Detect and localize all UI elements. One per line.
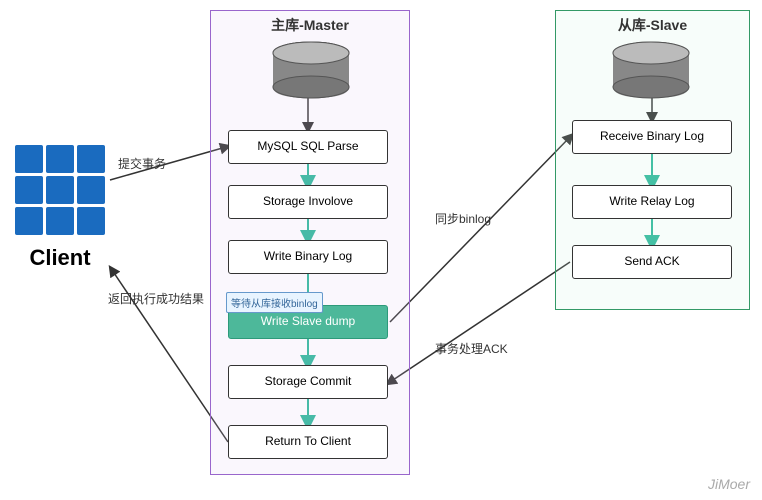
write-binary-log-box: Write Binary Log: [228, 240, 388, 274]
client-label: Client: [29, 245, 90, 271]
slave-title: 从库-Slave: [556, 11, 749, 39]
master-db-icon: [271, 41, 351, 104]
mysql-sql-parse-box: MySQL SQL Parse: [228, 130, 388, 164]
label-return-result: 返回执行成功结果: [108, 290, 204, 307]
client-cell-2: [46, 145, 74, 173]
storage-commit-box: Storage Commit: [228, 365, 388, 399]
client-cell-9: [77, 207, 105, 235]
client-cell-4: [15, 176, 43, 204]
client-cell-8: [46, 207, 74, 235]
client-cell-7: [15, 207, 43, 235]
client-cell-3: [77, 145, 105, 173]
client-grid: [15, 145, 105, 235]
client-cell-5: [46, 176, 74, 204]
return-to-client-box: Return To Client: [228, 425, 388, 459]
send-ack-box: Send ACK: [572, 245, 732, 279]
slave-db-icon: [611, 41, 691, 104]
client-cell-6: [77, 176, 105, 204]
client-area: Client: [15, 145, 105, 271]
label-sync-binlog: 同步binlog: [435, 210, 491, 227]
client-cell-1: [15, 145, 43, 173]
diagram-container: Client 提交事务 返回执行成功结果 同步binlog 事务处理ACK 等待…: [0, 0, 762, 500]
watermark: JiMoer: [708, 476, 750, 492]
master-title: 主库-Master: [211, 11, 409, 39]
storage-involve-box: Storage Involove: [228, 185, 388, 219]
receive-binary-log-box: Receive Binary Log: [572, 120, 732, 154]
label-transaction-ack: 事务处理ACK: [435, 340, 508, 357]
write-relay-log-box: Write Relay Log: [572, 185, 732, 219]
label-submit-transaction: 提交事务: [118, 155, 166, 172]
wait-slave-label: 等待从库接收binlog: [226, 292, 323, 313]
